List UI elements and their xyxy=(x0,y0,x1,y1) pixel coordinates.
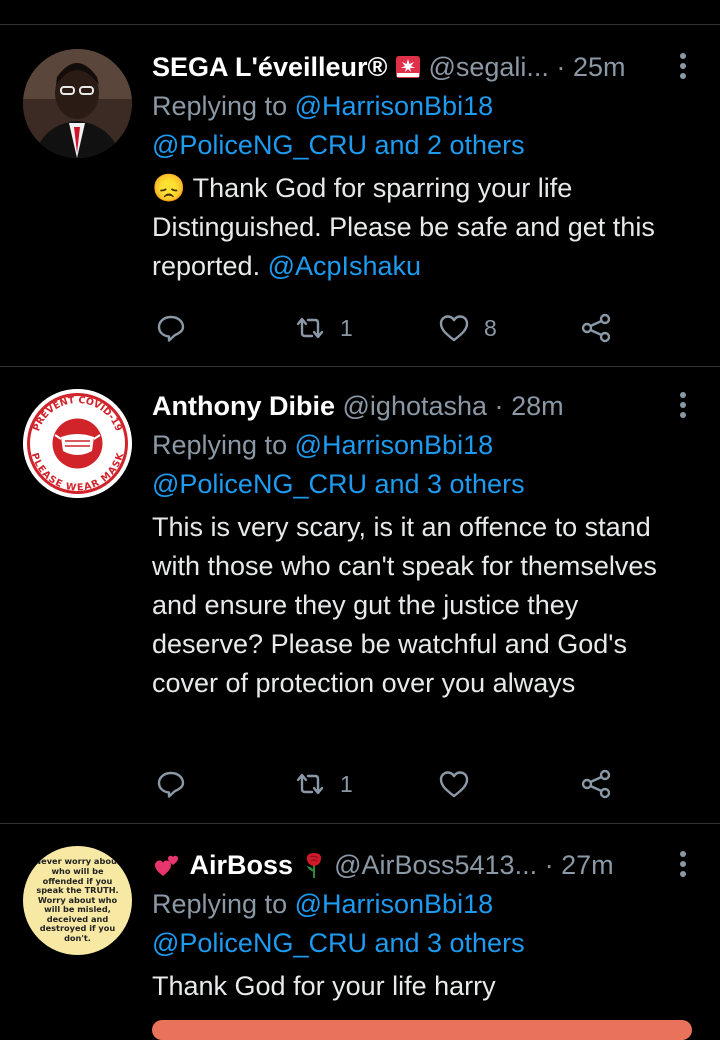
avatar-photo-icon xyxy=(23,49,132,158)
tweet-2-content: Anthony Dibie @ighotasha · 28m Replying … xyxy=(152,386,660,703)
reply-icon xyxy=(157,771,185,798)
rose-icon xyxy=(306,853,321,878)
display-name[interactable]: Anthony Dibie xyxy=(152,391,335,421)
timestamp[interactable]: 25m xyxy=(573,52,626,82)
tweet-3-header: AirBoss @AirBoss5413... · 27m xyxy=(152,845,660,885)
disappointed-face-icon: 😞 xyxy=(152,173,186,203)
retweet-count: 1 xyxy=(340,770,353,797)
avatar-airboss[interactable]: Never worry about who will be offended i… xyxy=(23,846,132,955)
replying-to-label: Replying to xyxy=(152,889,288,919)
like-icon xyxy=(439,315,469,342)
user-handle[interactable]: @segali... xyxy=(428,52,548,82)
tweet-text: Thank God for your life harry xyxy=(152,971,496,1001)
like-icon xyxy=(439,771,469,798)
display-name[interactable]: AirBoss xyxy=(190,850,294,880)
reply-others-link[interactable]: @PoliceNG_CRU and 3 others xyxy=(152,469,525,499)
reply-mention-link[interactable]: @HarrisonBbi18 xyxy=(295,889,494,919)
reply-button[interactable] xyxy=(156,308,186,348)
like-button[interactable] xyxy=(438,764,484,804)
display-name[interactable]: SEGA L'éveilleur® xyxy=(152,52,387,82)
tweet-1-actions: 1 8 xyxy=(152,308,632,348)
reply-icon xyxy=(157,315,185,342)
tweet-2-header: Anthony Dibie @ighotasha · 28m xyxy=(152,386,660,426)
media-preview[interactable] xyxy=(152,1020,692,1040)
reply-button[interactable] xyxy=(156,764,186,804)
user-handle[interactable]: @AirBoss5413... xyxy=(334,850,537,880)
timestamp[interactable]: 28m xyxy=(511,391,564,421)
retweet-button[interactable]: 1 xyxy=(294,764,353,804)
reply-mention-link[interactable]: @HarrisonBbi18 xyxy=(295,91,494,121)
tweet-2-actions: 1 xyxy=(152,764,632,804)
more-icon[interactable] xyxy=(679,851,687,877)
separator-dot: · xyxy=(544,850,554,880)
replying-to-others: @PoliceNG_CRU and 2 others xyxy=(152,126,660,165)
tweet-text: 😞 Thank God for sparring your life Disti… xyxy=(152,169,660,286)
share-icon xyxy=(581,769,611,799)
tweet-1-content: SEGA L'éveilleur® @segali... · 25m Reply… xyxy=(152,47,660,286)
retweet-count: 1 xyxy=(340,314,353,341)
retweet-icon xyxy=(296,773,324,795)
siren-emoji-icon xyxy=(395,56,420,78)
replying-to: Replying to @HarrisonBbi18 xyxy=(152,426,660,465)
share-icon xyxy=(581,313,611,343)
reply-others-link[interactable]: @PoliceNG_CRU and 3 others xyxy=(152,928,525,958)
reply-others-link[interactable]: @PoliceNG_CRU and 2 others xyxy=(152,130,525,160)
replying-to-label: Replying to xyxy=(152,430,288,460)
like-button[interactable]: 8 xyxy=(438,308,497,348)
mask-badge-icon: PREVENT COVID-19 PLEASE WEAR MASK xyxy=(23,389,132,498)
tweet-2[interactable]: PREVENT COVID-19 PLEASE WEAR MASK Anthon… xyxy=(0,367,720,823)
timestamp[interactable]: 27m xyxy=(561,850,614,880)
more-icon[interactable] xyxy=(679,53,687,79)
like-count: 8 xyxy=(484,314,497,341)
separator-dot: · xyxy=(494,391,504,421)
tweet-3[interactable]: Never worry about who will be offended i… xyxy=(0,824,720,1040)
share-button[interactable] xyxy=(580,764,612,804)
tweet-3-content: AirBoss @AirBoss5413... · 27m Replying t… xyxy=(152,845,660,1006)
tweet-1[interactable]: SEGA L'éveilleur® @segali... · 25m Reply… xyxy=(0,25,720,365)
avatar-anthony[interactable]: PREVENT COVID-19 PLEASE WEAR MASK xyxy=(23,389,132,498)
user-handle[interactable]: @ighotasha xyxy=(343,391,488,421)
two-hearts-icon xyxy=(155,855,178,876)
retweet-button[interactable]: 1 xyxy=(294,308,353,348)
tweet-mention-link[interactable]: @AcpIshaku xyxy=(268,251,421,281)
avatar-quote-text: Never worry about who will be offended i… xyxy=(34,856,121,944)
separator-dot: · xyxy=(556,52,566,82)
retweet-icon xyxy=(296,317,324,339)
reply-mention-link[interactable]: @HarrisonBbi18 xyxy=(295,430,494,460)
more-icon[interactable] xyxy=(679,392,687,418)
avatar-sega[interactable] xyxy=(23,49,132,158)
replying-to: Replying to @HarrisonBbi18 xyxy=(152,87,660,126)
tweet-text: This is very scary, is it an offence to … xyxy=(152,512,657,698)
replying-to-others: @PoliceNG_CRU and 3 others xyxy=(152,924,660,963)
replying-to-others: @PoliceNG_CRU and 3 others xyxy=(152,465,660,504)
replying-to: Replying to @HarrisonBbi18 xyxy=(152,885,660,924)
replying-to-label: Replying to xyxy=(152,91,288,121)
share-button[interactable] xyxy=(580,308,612,348)
tweet-1-header: SEGA L'éveilleur® @segali... · 25m xyxy=(152,47,660,87)
